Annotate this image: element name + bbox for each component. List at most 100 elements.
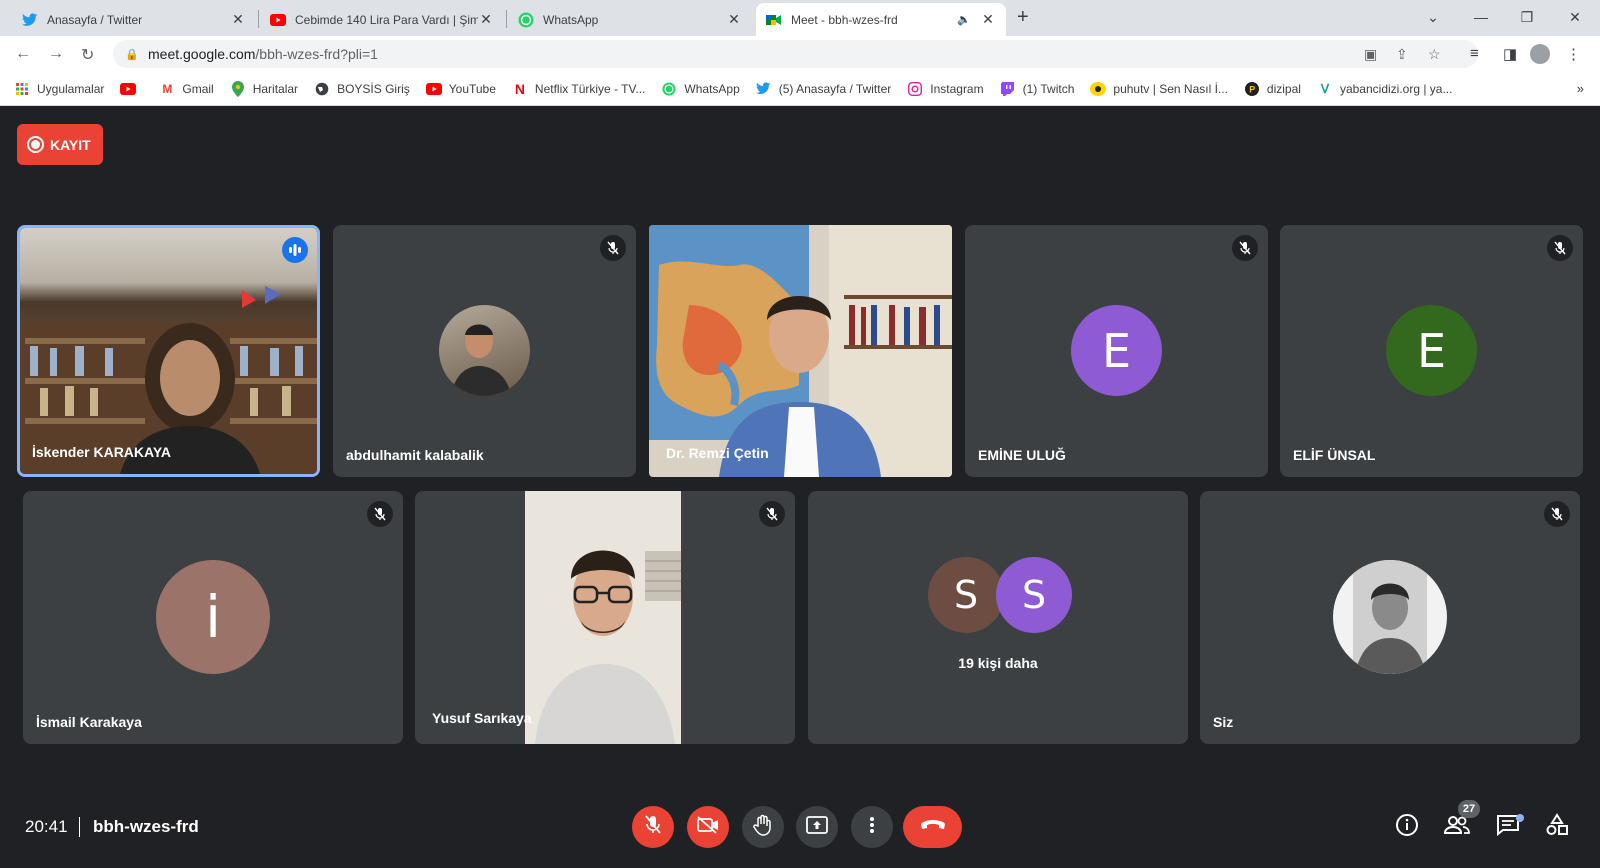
media-control-icon[interactable]: ≡ (1470, 45, 1479, 62)
participant-name: Yusuf Sarıkaya (432, 710, 532, 726)
participant-tile-elif[interactable]: E ELİF ÜNSAL (1280, 225, 1583, 477)
participant-name: İsmail Karakaya (36, 714, 142, 730)
audio-playing-icon[interactable]: 🔈 (956, 13, 972, 26)
mic-off-icon (1232, 235, 1258, 261)
bookmark-youtube[interactable]: YouTube (425, 81, 496, 97)
meeting-details-button[interactable] (1393, 813, 1421, 841)
instagram-icon (907, 81, 923, 97)
tab-close-icon[interactable]: ✕ (726, 11, 742, 28)
bookmark-label: YouTube (448, 81, 496, 96)
address-bar[interactable]: 🔒 meet.google.com/bbh-wzes-frd?pli=1 (113, 40, 1478, 68)
whatsapp-icon (518, 12, 534, 28)
bookmark-label: BOYSİS Giriş (337, 81, 410, 96)
bookmark-puhutv[interactable]: puhutv | Sen Nasıl İ... (1090, 81, 1228, 97)
reload-icon[interactable]: ↻ (81, 45, 94, 65)
more-options-button[interactable] (851, 806, 893, 848)
bookmark-label: Instagram (930, 81, 984, 96)
leave-call-button[interactable] (903, 806, 962, 848)
bookmark-gmail[interactable]: M Gmail (159, 81, 213, 97)
tab-title: Anasayfa / Twitter (47, 12, 143, 27)
present-screen-button[interactable] (796, 806, 838, 848)
bookmark-netflix[interactable]: N Netflix Türkiye - TV... (512, 81, 646, 97)
participant-tile-yusuf[interactable]: Yusuf Sarıkaya (415, 491, 795, 744)
meeting-clock: 20:41 (25, 817, 68, 836)
bookmark-label: puhutv | Sen Nasıl İ... (1113, 81, 1228, 96)
bookmark-dizipal[interactable]: Pdizipal (1244, 81, 1301, 97)
bookmark-whatsapp[interactable]: WhatsApp (661, 81, 740, 97)
mic-off-icon (644, 814, 662, 840)
bookmarks-bar: Uygulamalar M Gmail Haritalar BOYSİS Giri… (0, 72, 1600, 106)
more-bookmarks-icon[interactable]: » (1577, 81, 1584, 96)
participant-initial-avatar: i (156, 560, 270, 674)
bookmark-apps[interactable]: Uygulamalar (14, 81, 104, 97)
bookmark-maps[interactable]: Haritalar (230, 80, 298, 97)
new-tab-button[interactable]: + (1017, 6, 1029, 29)
restore-button[interactable]: ❐ (1504, 0, 1550, 34)
mic-off-icon (759, 501, 785, 527)
activities-shapes-icon (1545, 812, 1569, 842)
participant-tile-remzi[interactable]: Dr. Remzi Çetin (649, 225, 952, 477)
bookmark-label: yabancidizi.org | ya... (1339, 81, 1453, 96)
tab-strip: Anasayfa / Twitter ✕ Cebimde 140 Lira Pa… (0, 0, 1600, 36)
more-vert-icon (869, 816, 875, 839)
avatar-initial: S (953, 573, 979, 617)
youtube-icon (120, 81, 137, 97)
avatar-initial: i (204, 583, 222, 651)
tab-title: Meet - bbh-wzes-frd (791, 12, 898, 27)
close-window-button[interactable]: ✕ (1552, 0, 1598, 34)
camera-toggle-button[interactable] (687, 806, 729, 848)
bookmark-label: Netflix Türkiye - TV... (534, 81, 646, 96)
bookmark-twitter[interactable]: (5) Anasayfa / Twitter (756, 81, 892, 97)
activities-button[interactable] (1543, 812, 1571, 842)
tab-divider (258, 10, 259, 28)
tab-youtube[interactable]: Cebimde 140 Lira Para Vardı | Şim ✕ (260, 3, 504, 36)
recording-badge[interactable]: KAYIT (17, 124, 103, 165)
apps-grid-icon (14, 81, 30, 97)
mic-off-icon (1544, 501, 1570, 527)
phone-hangup-icon (920, 818, 946, 836)
participant-name: ELİF ÜNSAL (1293, 447, 1376, 463)
bookmark-boysis[interactable]: BOYSİS Giriş (314, 81, 410, 97)
back-icon[interactable]: ← (15, 45, 31, 63)
bookmark-star-icon[interactable]: ☆ (1428, 46, 1441, 63)
bookmark-yabancidizi[interactable]: ᐯ yabancidizi.org | ya... (1317, 81, 1453, 97)
side-panel-icon[interactable]: ◨ (1503, 45, 1517, 63)
bookmark-label: Gmail (182, 81, 214, 96)
record-icon (27, 136, 44, 153)
participant-tile-self[interactable]: Siz (1200, 491, 1580, 744)
tab-whatsapp[interactable]: WhatsApp ✕ (508, 3, 752, 36)
maps-pin-icon (230, 80, 246, 97)
puhutv-icon (1090, 81, 1107, 97)
participant-tile-emine[interactable]: E EMİNE ULUĞ (965, 225, 1268, 477)
bookmark-instagram[interactable]: Instagram (907, 81, 984, 97)
tab-meet[interactable]: Meet - bbh-wzes-frd 🔈 ✕ (756, 3, 1006, 36)
minimize-button[interactable]: — (1458, 0, 1504, 34)
bookmark-label: Uygulamalar (37, 81, 105, 96)
forward-icon[interactable]: → (48, 45, 64, 63)
share-icon[interactable]: ⇪ (1396, 46, 1408, 63)
tab-close-icon[interactable]: ✕ (478, 11, 494, 28)
meet-icon (766, 12, 782, 28)
bookmark-twitch[interactable]: (1) Twitch (1000, 81, 1074, 97)
svg-text:P: P (1249, 84, 1255, 94)
participant-tile-abdulhamit[interactable]: abdulhamit kalabalik (333, 225, 636, 477)
participant-tile-ismail[interactable]: i İsmail Karakaya (23, 491, 403, 744)
url-host: meet.google.com (148, 46, 256, 62)
tab-close-icon[interactable]: ✕ (980, 11, 996, 28)
twitch-icon (1000, 81, 1016, 97)
participant-name: abdulhamit kalabalik (346, 447, 484, 463)
raise-hand-button[interactable] (742, 806, 784, 848)
mic-toggle-button[interactable] (632, 806, 674, 848)
menu-icon[interactable]: ⋮ (1566, 45, 1581, 63)
profile-avatar[interactable] (1530, 44, 1550, 64)
tab-search-icon[interactable]: ⌄ (1410, 0, 1456, 34)
bookmark-youtube-1[interactable] (120, 81, 143, 97)
participant-initial-avatar: S (928, 557, 1004, 633)
camera-blocked-icon[interactable]: ▣ (1364, 46, 1377, 63)
tab-twitter[interactable]: Anasayfa / Twitter ✕ (12, 3, 256, 36)
tab-close-icon[interactable]: ✕ (230, 11, 246, 28)
tab-title: WhatsApp (543, 12, 599, 27)
bookmark-label: (5) Anasayfa / Twitter (778, 81, 892, 96)
others-tile[interactable]: S S 19 kişi daha (808, 491, 1188, 744)
participant-tile-iskender[interactable]: İskender KARAKAYA (17, 225, 320, 477)
